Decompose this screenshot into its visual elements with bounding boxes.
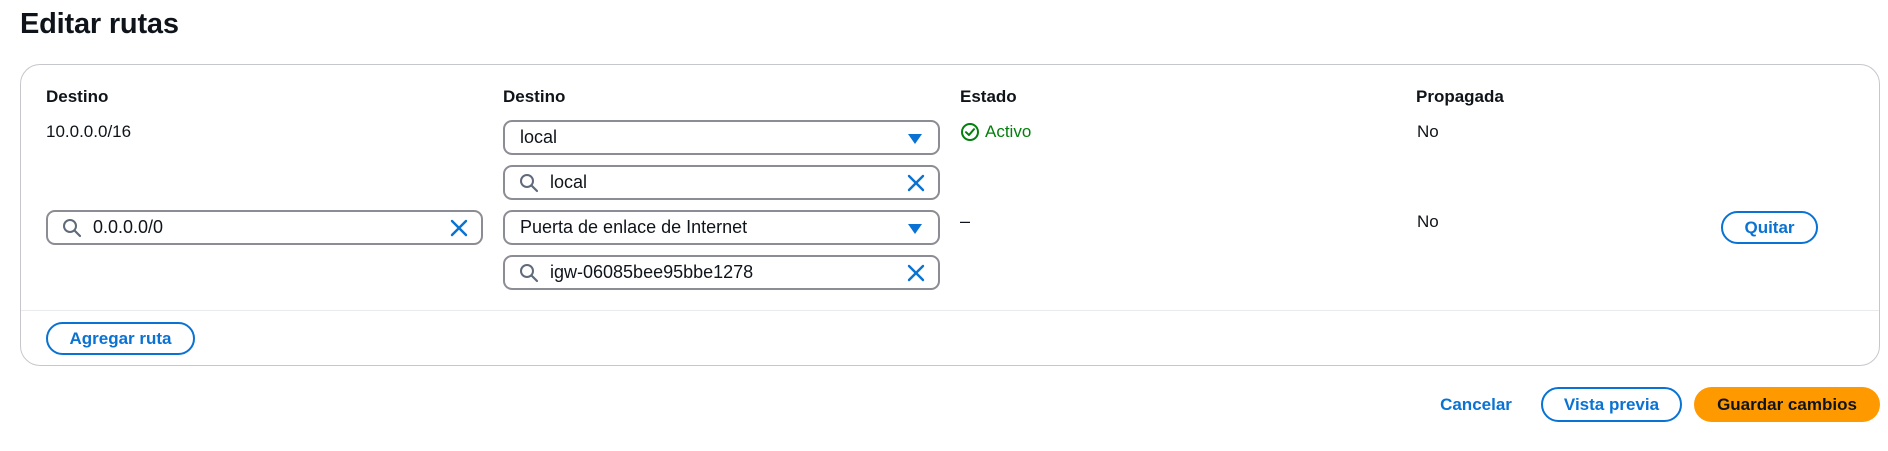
route-destination-text: 10.0.0.0/16 (46, 122, 132, 141)
search-icon (519, 263, 539, 283)
status-empty: – (960, 211, 971, 231)
add-route-button[interactable]: Agregar ruta (46, 322, 195, 355)
close-icon[interactable] (906, 263, 926, 283)
panel-divider (21, 310, 1879, 311)
search-icon (62, 218, 82, 238)
propagated-value: No (1417, 212, 1439, 231)
target-type-select[interactable]: local (503, 120, 940, 155)
target-type-select[interactable]: Puerta de enlace de Internet (503, 210, 940, 245)
save-changes-button[interactable]: Guardar cambios (1694, 387, 1880, 422)
status-active: Activo (960, 122, 1031, 142)
target-type-value: local (520, 127, 558, 147)
close-icon[interactable] (906, 173, 926, 193)
destination-search-value: 0.0.0.0/0 (93, 217, 164, 237)
close-icon[interactable] (449, 218, 469, 238)
caret-down-icon (908, 224, 922, 234)
destination-search-input[interactable]: 0.0.0.0/0 (46, 210, 483, 245)
preview-button[interactable]: Vista previa (1541, 387, 1682, 422)
status-label: Activo (985, 122, 1032, 141)
remove-route-button[interactable]: Quitar (1721, 211, 1818, 244)
column-header-propagated: Propagada (1416, 87, 1504, 106)
cancel-button[interactable]: Cancelar (1432, 387, 1520, 422)
column-header-status: Estado (960, 87, 1017, 106)
target-search-input[interactable]: igw-06085bee95bbe1278 (503, 255, 940, 290)
target-type-value: Puerta de enlace de Internet (520, 217, 748, 237)
search-icon (519, 173, 539, 193)
column-header-destination: Destino (46, 87, 109, 106)
propagated-value: No (1417, 122, 1439, 141)
target-search-value: local (550, 172, 588, 192)
caret-down-icon (908, 134, 922, 144)
check-circle-icon (960, 122, 980, 142)
target-search-input[interactable]: local (503, 165, 940, 200)
target-search-value: igw-06085bee95bbe1278 (550, 262, 754, 282)
page-title: Editar rutas (20, 8, 179, 40)
column-header-target: Destino (503, 87, 566, 106)
